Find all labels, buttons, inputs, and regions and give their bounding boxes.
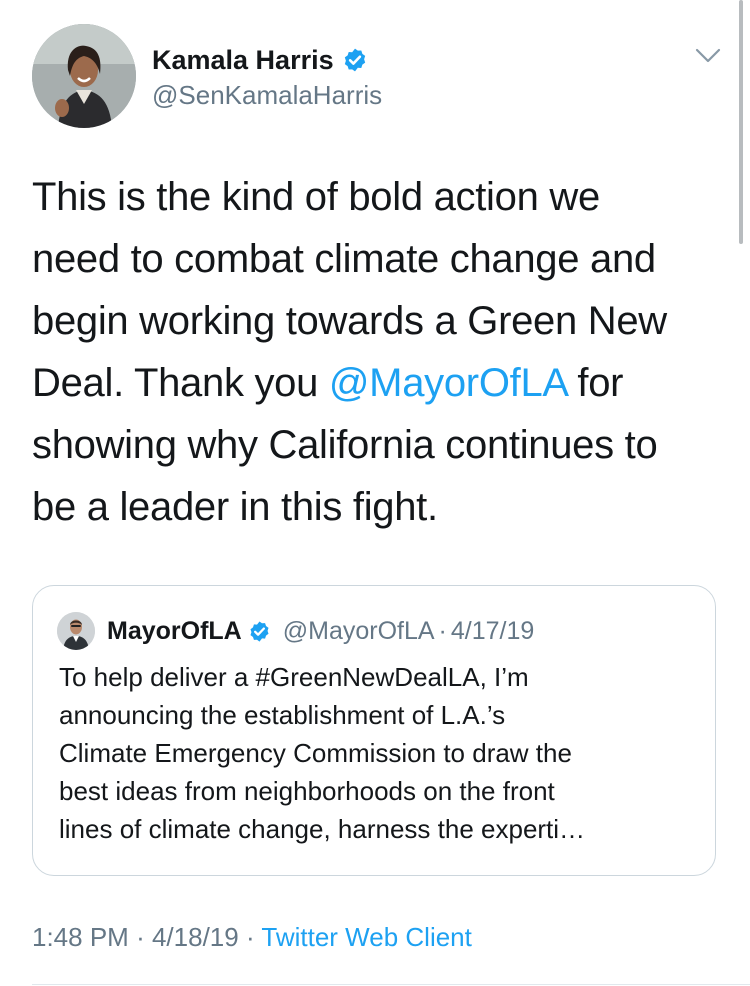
chevron-down-icon[interactable]: [694, 46, 722, 66]
divider: [32, 984, 750, 985]
quoted-author-handle[interactable]: @MayorOfLA: [283, 617, 435, 646]
tweet-text: This is the kind of bold action we need …: [32, 166, 722, 538]
author-display-name[interactable]: Kamala Harris: [152, 45, 334, 76]
quoted-author-name[interactable]: MayorOfLA: [107, 617, 242, 646]
scrollbar-thumb[interactable]: [739, 0, 743, 244]
quoted-tweet-text: To help deliver a #GreenNewDealLA, I’m a…: [59, 658, 699, 848]
quoted-tweet-header: MayorOfLA @MayorOfLA · 4/17/19: [107, 614, 534, 648]
quoted-tweet-line: Climate Emergency Commission to draw the: [59, 738, 572, 768]
verified-badge-icon: [248, 620, 271, 643]
quoted-author-avatar[interactable]: [57, 612, 95, 650]
tweet-line: This is the kind of bold action we: [32, 175, 600, 219]
tweet-line: begin working towards a Green New: [32, 299, 667, 343]
quoted-tweet-date[interactable]: 4/17/19: [451, 617, 534, 646]
separator-dot: ·: [245, 922, 255, 952]
author-handle[interactable]: @SenKamalaHarris: [152, 80, 382, 111]
quoted-tweet-line: lines of climate change, harness the exp…: [59, 814, 586, 844]
author-avatar[interactable]: [32, 24, 136, 128]
separator-dot: ·: [136, 922, 145, 952]
tweet-line: showing why California continues to: [32, 423, 658, 467]
verified-badge-icon: [342, 47, 368, 73]
quoted-tweet-line: best ideas from neighborhoods on the fro…: [59, 776, 555, 806]
mention-link[interactable]: @MayorOfLA: [329, 361, 567, 405]
source-client-link[interactable]: Twitter Web Client: [261, 922, 471, 952]
profile-photo-icon: [57, 612, 95, 650]
tweet-meta: 1:48 PM · 4/18/19 · Twitter Web Client: [32, 922, 472, 953]
tweet-time[interactable]: 1:48 PM: [32, 922, 129, 952]
separator-dot: ·: [438, 616, 447, 645]
tweet-line: Deal. Thank you @MayorOfLA for: [32, 361, 624, 405]
author-name-row: Kamala Harris: [152, 42, 368, 78]
quoted-tweet-card[interactable]: MayorOfLA @MayorOfLA · 4/17/19 To help d…: [32, 585, 716, 876]
tweet-line: be a leader in this fight.: [32, 485, 438, 529]
quoted-tweet-line: announcing the establishment of L.A.’s: [59, 700, 506, 730]
tweet-date[interactable]: 4/18/19: [152, 922, 239, 952]
tweet-line: need to combat climate change and: [32, 237, 656, 281]
profile-photo-icon: [32, 24, 136, 128]
quoted-tweet-line: To help deliver a #GreenNewDealLA, I’m: [59, 662, 529, 692]
